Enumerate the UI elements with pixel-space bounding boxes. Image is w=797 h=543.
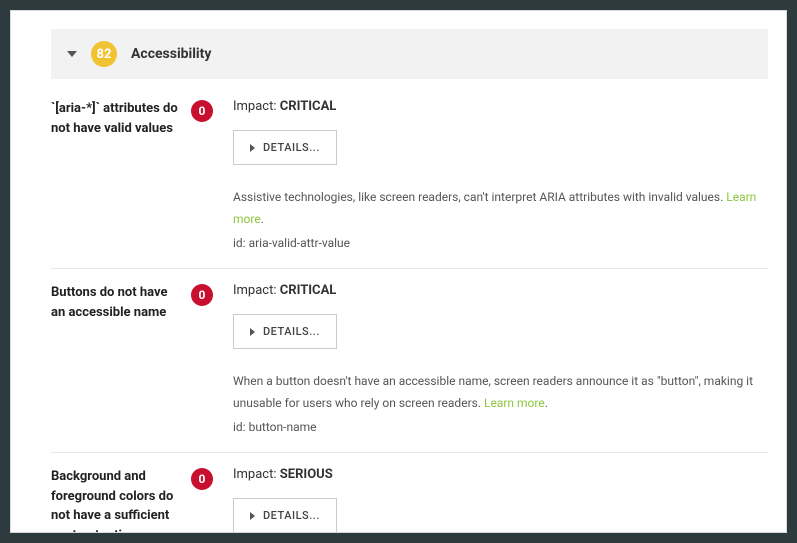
id-prefix: id: <box>233 236 246 250</box>
details-label: DETAILS... <box>263 325 320 338</box>
impact-prefix: Impact: <box>233 99 277 114</box>
details-label: DETAILS... <box>263 141 320 154</box>
audit-row: `[aria-*]` attributes do not have valid … <box>51 99 768 269</box>
audit-row: Background and foreground colors do not … <box>51 467 768 533</box>
audit-id: aria-valid-attr-value <box>249 236 350 250</box>
audit-title: Background and foreground colors do not … <box>51 467 191 533</box>
audit-description: When a button doesn't have an accessible… <box>233 371 768 414</box>
audit-id-line: id: aria-valid-attr-value <box>233 236 768 250</box>
period: . <box>261 212 264 226</box>
details-label: DETAILS... <box>263 509 320 522</box>
audit-id: button-name <box>249 420 317 434</box>
details-button[interactable]: DETAILS... <box>233 314 337 349</box>
audit-body: Impact: CRITICAL DETAILS... When a butto… <box>233 283 768 434</box>
audit-body: Impact: SERIOUS DETAILS... Low-contrast … <box>233 467 768 533</box>
report-panel: 82 Accessibility `[aria-*]` attributes d… <box>10 10 787 533</box>
impact-value: SERIOUS <box>280 467 333 482</box>
description-text: Assistive technologies, like screen read… <box>233 190 723 204</box>
triangle-right-icon <box>250 328 255 336</box>
triangle-right-icon <box>250 512 255 520</box>
impact-prefix: Impact: <box>233 283 277 298</box>
section-title: Accessibility <box>131 46 211 62</box>
count-badge: 0 <box>191 468 213 490</box>
score-badge: 82 <box>91 41 117 67</box>
audit-row: Buttons do not have an accessible name 0… <box>51 283 768 453</box>
impact-line: Impact: CRITICAL <box>233 99 768 114</box>
impact-value: CRITICAL <box>280 99 337 114</box>
audit-id-line: id: button-name <box>233 420 768 434</box>
triangle-right-icon <box>250 144 255 152</box>
learn-more-link[interactable]: Learn more <box>484 396 545 410</box>
impact-prefix: Impact: <box>233 467 277 482</box>
period: . <box>545 396 548 410</box>
audit-title: `[aria-*]` attributes do not have valid … <box>51 99 191 250</box>
count-badge: 0 <box>191 284 213 306</box>
impact-line: Impact: SERIOUS <box>233 467 768 482</box>
audit-body: Impact: CRITICAL DETAILS... Assistive te… <box>233 99 768 250</box>
count-badge: 0 <box>191 100 213 122</box>
id-prefix: id: <box>233 420 246 434</box>
audit-description: Assistive technologies, like screen read… <box>233 187 768 230</box>
audit-title: Buttons do not have an accessible name <box>51 283 191 434</box>
caret-down-icon <box>67 51 77 57</box>
section-header[interactable]: 82 Accessibility <box>51 29 768 79</box>
impact-line: Impact: CRITICAL <box>233 283 768 298</box>
details-button[interactable]: DETAILS... <box>233 498 337 533</box>
details-button[interactable]: DETAILS... <box>233 130 337 165</box>
impact-value: CRITICAL <box>280 283 337 298</box>
